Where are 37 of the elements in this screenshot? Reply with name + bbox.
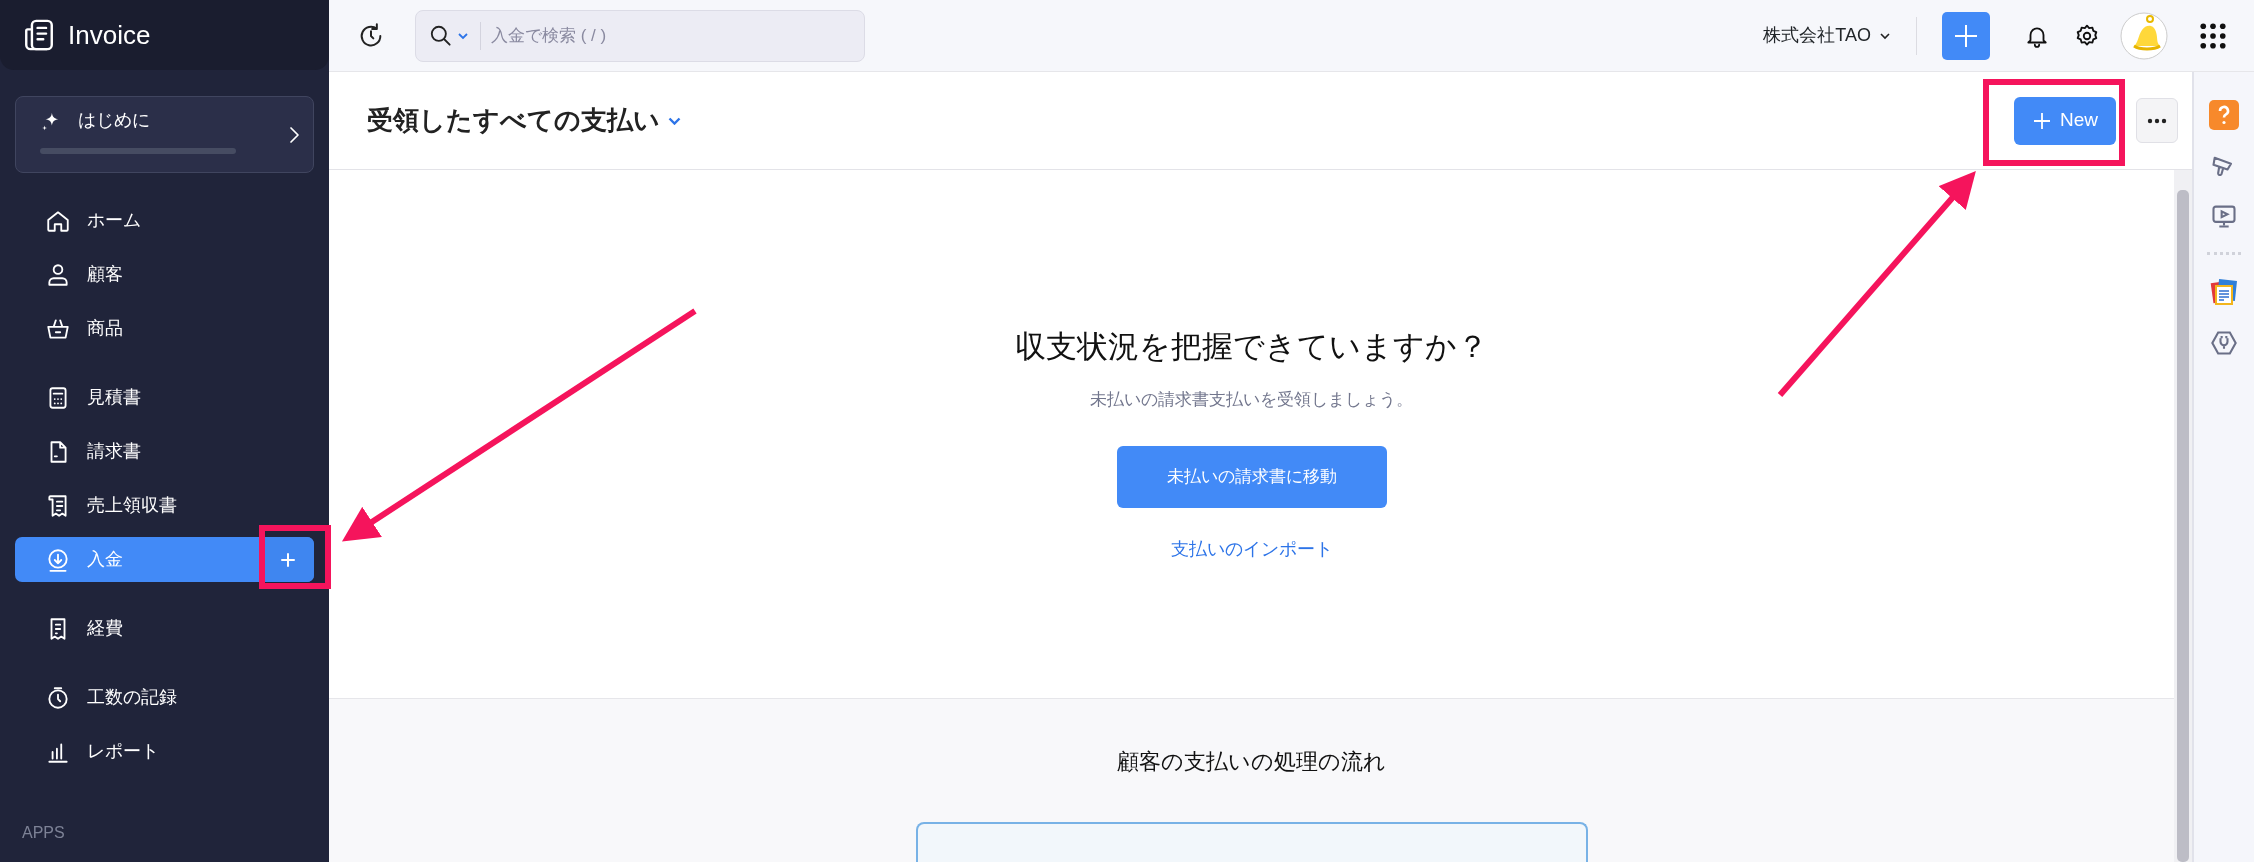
section-label: APPS xyxy=(22,823,66,843)
section-title: 顧客の支払いの処理の流れ xyxy=(1117,748,1386,776)
search-bar[interactable]: 入金で検索 ( / ) xyxy=(415,9,865,62)
nav-item[interactable]: 経費 xyxy=(15,606,314,651)
document-icon xyxy=(22,18,56,52)
nav-item[interactable]: 見積書 xyxy=(15,375,314,420)
apps-grid-icon xyxy=(2200,22,2226,49)
empty-state-title: 収支状況を把握できていますか？ xyxy=(1015,328,1488,366)
import-link[interactable]: 支払いのインポート xyxy=(1170,536,1333,563)
nav-item[interactable]: 顧客 xyxy=(15,252,314,297)
empty-state-subtitle: 未払いの請求書支払いを受領しましょう。 xyxy=(1090,388,1413,411)
getting-started-label: はじめに xyxy=(78,109,150,132)
app-title: Invoice xyxy=(68,18,151,52)
add-button[interactable] xyxy=(1942,11,1990,60)
plus-icon xyxy=(2032,110,2052,131)
nav-item[interactable]: 工数の記録 xyxy=(15,675,314,720)
nav-item[interactable]: 商品 xyxy=(15,306,314,351)
more-button[interactable] xyxy=(2136,98,2178,143)
nav-item[interactable]: レポート xyxy=(15,729,314,774)
getting-started-card[interactable]: はじめに xyxy=(15,96,314,173)
search-field[interactable]: 入金で検索 ( / ) xyxy=(480,21,864,50)
notes-icon xyxy=(2209,277,2239,307)
scrollbar-thumb[interactable] xyxy=(2177,190,2189,862)
plus-icon xyxy=(278,550,297,569)
chevron-down-icon xyxy=(668,116,681,125)
chevron-right-icon xyxy=(287,124,301,146)
nav-item[interactable]: ホーム xyxy=(15,198,314,243)
nav-item[interactable]: 請求書 xyxy=(15,429,314,474)
organization-menu[interactable]: 株式会社TAO xyxy=(1763,22,1891,49)
plug-icon xyxy=(2210,329,2238,357)
person-icon xyxy=(45,261,71,288)
nav-item[interactable]: 売上領収書 xyxy=(15,483,314,528)
highlight-box xyxy=(259,525,331,589)
view-selector[interactable]: 受領したすべての支払い xyxy=(367,101,681,140)
more-icon xyxy=(2147,117,2167,124)
bell-avatar xyxy=(2120,11,2168,60)
help-icon xyxy=(2209,100,2239,130)
